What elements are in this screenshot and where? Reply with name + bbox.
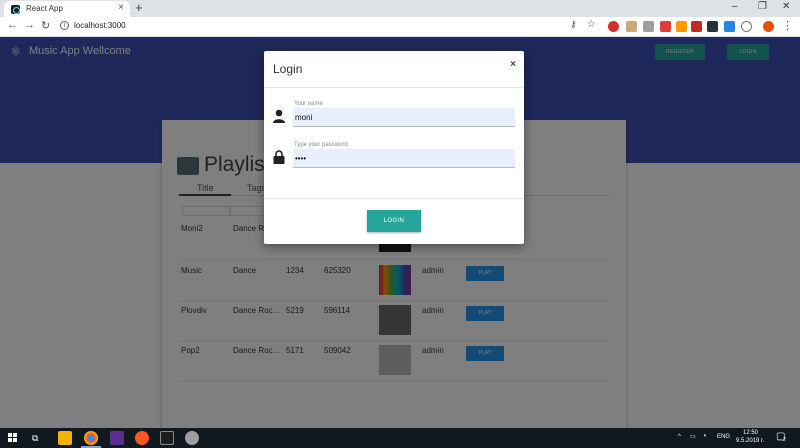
- extension-icon[interactable]: [643, 21, 654, 32]
- volume-icon[interactable]: ◖: [703, 433, 707, 439]
- browser-tab[interactable]: React App ×: [4, 1, 130, 17]
- info-icon[interactable]: i: [60, 21, 69, 30]
- extension-icon[interactable]: [724, 21, 735, 32]
- os-taskbar: ⧉ ^ ▭ ◖ ENG 12:50 9.5.2019 г. ▢ 2: [0, 428, 800, 448]
- browser-tab-bar: React App × + – ❐ ✕: [0, 0, 800, 17]
- ide-icon[interactable]: [110, 431, 124, 445]
- language-indicator[interactable]: ENG: [717, 434, 730, 440]
- bookmark-star-icon[interactable]: ☆: [587, 19, 596, 30]
- network-icon[interactable]: ▭: [690, 433, 696, 440]
- name-field[interactable]: [293, 108, 515, 127]
- close-icon[interactable]: ×: [510, 59, 516, 70]
- modal-divider: [264, 198, 524, 199]
- reload-icon[interactable]: ↻: [41, 19, 50, 32]
- adblock-extension-icon[interactable]: [608, 21, 619, 32]
- forward-arrow-icon[interactable]: →: [24, 19, 35, 31]
- key-icon[interactable]: ⚷: [570, 19, 577, 30]
- extension-icon[interactable]: [741, 21, 752, 32]
- login-modal: Login × Your name Type your password LOG…: [264, 51, 524, 244]
- lock-icon: [273, 150, 285, 164]
- modal-divider: [264, 87, 524, 88]
- name-label: Your name: [294, 101, 323, 107]
- back-arrow-icon[interactable]: ←: [7, 19, 18, 31]
- password-label: Type your password: [294, 142, 348, 148]
- tray-chevron-icon[interactable]: ^: [678, 434, 681, 440]
- tab-title: React App: [26, 4, 63, 13]
- app-icon[interactable]: [185, 431, 199, 445]
- file-explorer-icon[interactable]: [58, 431, 72, 445]
- window-maximize-button[interactable]: ❐: [758, 1, 767, 12]
- modal-title: Login: [273, 62, 303, 76]
- tab-close-icon[interactable]: ×: [118, 2, 124, 13]
- windows-start-icon[interactable]: [8, 433, 18, 443]
- notification-count: 2: [783, 437, 786, 443]
- extension-icon[interactable]: [676, 21, 687, 32]
- app-icon[interactable]: [135, 431, 149, 445]
- url-text[interactable]: localhost:3000: [74, 21, 126, 30]
- window-minimize-button[interactable]: –: [732, 1, 738, 12]
- chrome-icon[interactable]: [84, 431, 98, 445]
- extension-icon[interactable]: [626, 21, 637, 32]
- react-favicon-icon: [11, 5, 20, 14]
- user-icon: [273, 109, 285, 123]
- extension-icon[interactable]: [660, 21, 671, 32]
- browser-toolbar: ← → ↻ i localhost:3000 ⚷ ☆ ⋮: [0, 17, 800, 37]
- password-field[interactable]: [293, 149, 515, 168]
- clock-date[interactable]: 9.5.2019 г.: [736, 438, 764, 444]
- window-close-button[interactable]: ✕: [782, 1, 790, 12]
- clock-time[interactable]: 12:50: [743, 430, 758, 436]
- task-view-icon[interactable]: ⧉: [32, 433, 38, 444]
- menu-dots-icon[interactable]: ⋮: [782, 19, 793, 32]
- login-submit-button[interactable]: LOGIN: [367, 210, 421, 232]
- new-tab-button[interactable]: +: [135, 0, 143, 15]
- terminal-icon[interactable]: [160, 431, 174, 445]
- profile-avatar[interactable]: [763, 21, 774, 32]
- extension-icon[interactable]: [707, 21, 718, 32]
- address-bar[interactable]: i localhost:3000: [55, 19, 575, 34]
- extension-icon[interactable]: [691, 21, 702, 32]
